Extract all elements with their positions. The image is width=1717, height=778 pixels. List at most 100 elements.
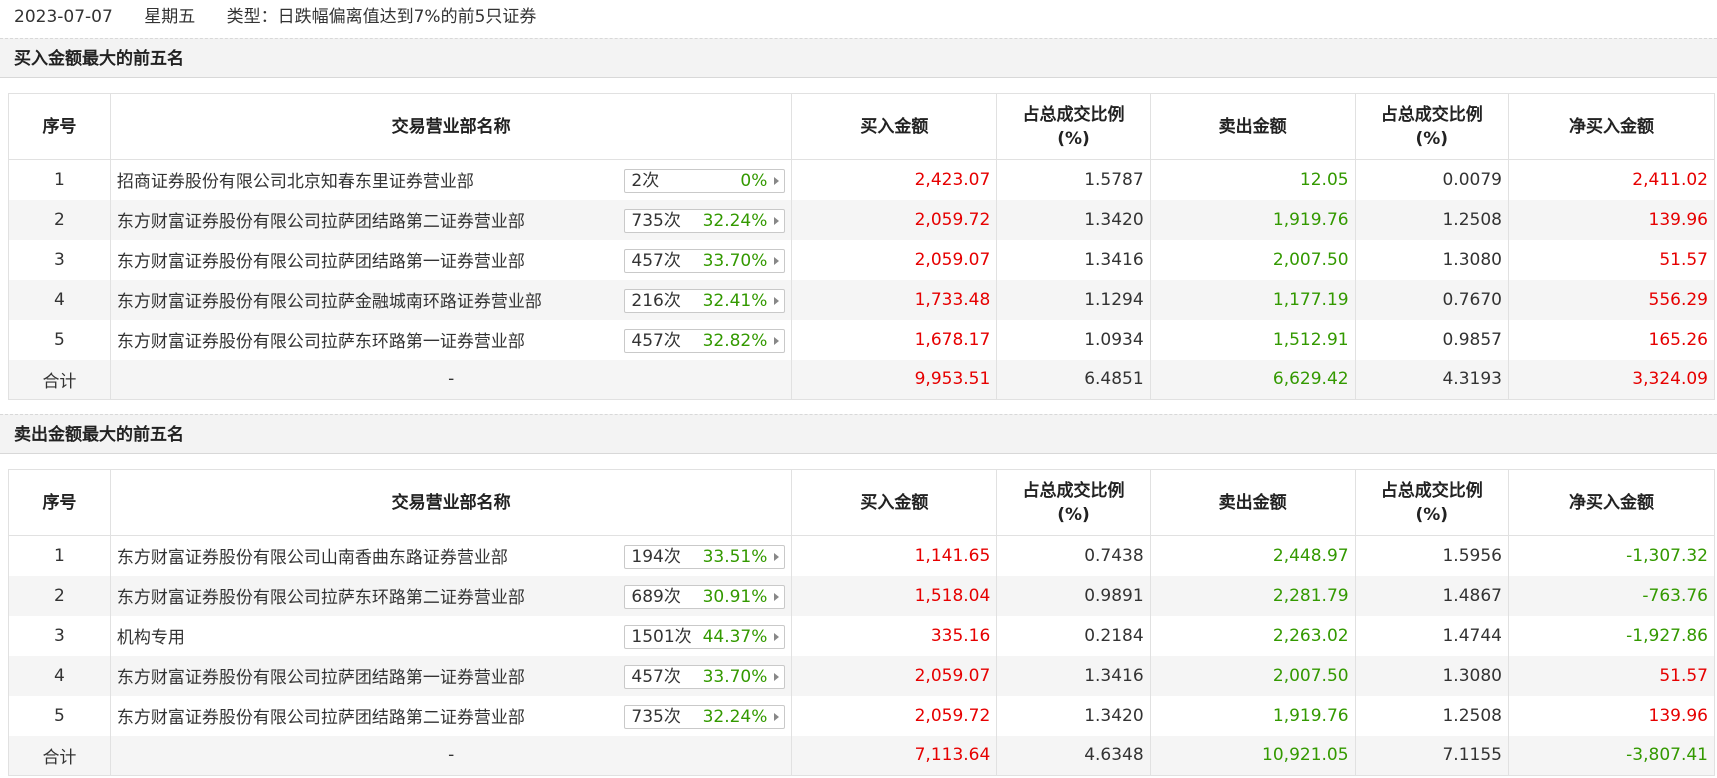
sell-amount: 1,919.76: [1149, 199, 1356, 240]
broker-cell: 东方财富证券股份有限公司拉萨金融城南环路证券营业部 216次 32.41%: [109, 279, 793, 320]
broker-cell: 东方财富证券股份有限公司拉萨团结路第一证券营业部 457次 33.70%: [109, 239, 793, 280]
col-header-sell: 卖出金额: [1149, 93, 1356, 160]
expand-arrow-icon[interactable]: [774, 712, 780, 721]
win-rate: 32.24%: [702, 706, 768, 727]
broker-stats-badge[interactable]: 2次 0%: [624, 169, 786, 193]
section-title-buy: 买入金额最大的前五名: [0, 38, 1717, 78]
broker-stats-badge[interactable]: 735次 32.24%: [624, 208, 786, 233]
win-rate: 30.91%: [702, 586, 768, 607]
broker-stats-badge[interactable]: 689次 30.91%: [624, 584, 786, 609]
sell-ratio: 1.4744: [1354, 615, 1509, 656]
broker-cell: 东方财富证券股份有限公司拉萨团结路第二证券营业部 735次 32.24%: [109, 199, 793, 240]
row-index: 4: [8, 655, 111, 696]
sell-amount: 1,512.91: [1149, 319, 1356, 360]
net-amount: 51.57: [1507, 239, 1716, 280]
expand-arrow-icon[interactable]: [774, 632, 780, 641]
col-header-net: 净买入金额: [1507, 93, 1716, 160]
expand-arrow-icon[interactable]: [774, 336, 780, 345]
buy-ratio: 0.2184: [996, 615, 1151, 656]
sell-ratio: 1.2508: [1354, 199, 1509, 240]
broker-cell: 机构专用 1501次 44.37%: [109, 615, 793, 656]
broker-stats-badge[interactable]: 194次 33.51%: [624, 545, 786, 569]
buy-ratio: 0.9891: [996, 575, 1151, 616]
buy-ratio: 0.7438: [996, 535, 1151, 576]
expand-arrow-icon[interactable]: [774, 216, 780, 225]
col-header-sell: 卖出金额: [1149, 469, 1356, 536]
broker-name-link[interactable]: 东方财富证券股份有限公司拉萨团结路第二证券营业部: [117, 212, 525, 232]
appearance-count: 735次: [631, 706, 681, 727]
total-sell-ratio: 7.1155: [1354, 735, 1509, 776]
sell-amount: 2,007.50: [1149, 239, 1356, 280]
row-index: 1: [8, 535, 111, 576]
table-row: 3 东方财富证券股份有限公司拉萨团结路第一证券营业部 457次 33.70% 2,059…: [8, 239, 1716, 280]
net-amount: 165.26: [1507, 319, 1716, 360]
total-buy-amount: 9,953.51: [791, 359, 998, 400]
broker-stats-badge[interactable]: 457次 33.70%: [624, 664, 786, 689]
net-amount: -1,307.32: [1507, 535, 1716, 576]
buy-amount: 335.16: [791, 615, 998, 656]
win-rate: 32.41%: [702, 290, 768, 311]
expand-arrow-icon[interactable]: [774, 592, 780, 601]
expand-arrow-icon[interactable]: [774, 672, 780, 681]
expand-arrow-icon[interactable]: [774, 296, 780, 305]
sell-ratio: 1.3080: [1354, 655, 1509, 696]
broker-name-link[interactable]: 东方财富证券股份有限公司拉萨金融城南环路证券营业部: [117, 292, 542, 312]
sell-amount: 1,919.76: [1149, 695, 1356, 736]
total-sell-amount: 10,921.05: [1149, 735, 1356, 776]
expand-arrow-icon[interactable]: [774, 553, 780, 561]
sell-ratio: 0.9857: [1354, 319, 1509, 360]
buy-amount: 1,518.04: [791, 575, 998, 616]
broker-stats-badge[interactable]: 216次 32.41%: [624, 288, 786, 313]
appearance-count: 457次: [631, 666, 681, 687]
col-header-buy: 买入金额: [791, 469, 998, 536]
broker-cell: 招商证券股份有限公司北京知春东里证券营业部 2次 0%: [109, 159, 793, 200]
total-sell-ratio: 4.3193: [1354, 359, 1509, 400]
broker-stats-badge[interactable]: 457次 32.82%: [624, 328, 786, 353]
total-name: -: [109, 359, 793, 400]
buy-ratio: 1.1294: [996, 279, 1151, 320]
broker-cell: 东方财富证券股份有限公司山南香曲东路证券营业部 194次 33.51%: [109, 535, 793, 576]
net-amount: 139.96: [1507, 199, 1716, 240]
win-rate: 33.51%: [702, 547, 768, 567]
appearance-count: 457次: [631, 330, 681, 351]
total-buy-ratio: 4.6348: [996, 735, 1151, 776]
sell-ratio: 1.5956: [1354, 535, 1509, 576]
appearance-count: 194次: [631, 547, 681, 567]
broker-stats-badge[interactable]: 457次 33.70%: [624, 248, 786, 273]
expand-arrow-icon[interactable]: [774, 177, 780, 185]
row-index: 5: [8, 319, 111, 360]
appearance-count: 2次: [631, 171, 660, 191]
buy-top5-table: 序号 交易营业部名称 买入金额 占总成交比例 (%) 卖出金额 占总成交比例 (…: [8, 93, 1716, 400]
col-header-buy-ratio: 占总成交比例 (%): [996, 93, 1151, 160]
broker-name-link[interactable]: 东方财富证券股份有限公司拉萨东环路第二证券营业部: [117, 588, 525, 608]
broker-stats-badge[interactable]: 1501次 44.37%: [624, 624, 786, 649]
table-row: 4 东方财富证券股份有限公司拉萨金融城南环路证券营业部 216次 32.41% 1,73…: [8, 279, 1716, 320]
buy-amount: 1,678.17: [791, 319, 998, 360]
expand-arrow-icon[interactable]: [774, 256, 780, 265]
row-index: 4: [8, 279, 111, 320]
trade-date: 2023-07-07: [14, 7, 113, 27]
broker-name-link[interactable]: 东方财富证券股份有限公司山南香曲东路证券营业部: [117, 548, 508, 568]
appearance-count: 689次: [631, 586, 681, 607]
sell-top5-table: 序号 交易营业部名称 买入金额 占总成交比例 (%) 卖出金额 占总成交比例 (…: [8, 469, 1716, 776]
buy-ratio: 1.3416: [996, 655, 1151, 696]
total-net-amount: -3,807.41: [1507, 735, 1716, 776]
broker-stats-badge[interactable]: 735次 32.24%: [624, 704, 786, 729]
win-rate: 32.82%: [702, 330, 768, 351]
broker-name-link[interactable]: 东方财富证券股份有限公司拉萨团结路第二证券营业部: [117, 708, 525, 728]
broker-name-link[interactable]: 东方财富证券股份有限公司拉萨团结路第一证券营业部: [117, 252, 525, 272]
total-label: 合计: [8, 359, 111, 400]
buy-ratio: 1.5787: [996, 159, 1151, 200]
broker-name-link[interactable]: 招商证券股份有限公司北京知春东里证券营业部: [117, 172, 474, 192]
table-header-row: 序号 交易营业部名称 买入金额 占总成交比例 (%) 卖出金额 占总成交比例 (…: [8, 93, 1716, 160]
buy-amount: 2,059.72: [791, 199, 998, 240]
table-row: 5 东方财富证券股份有限公司拉萨东环路第一证券营业部 457次 32.82% 1,678…: [8, 319, 1716, 360]
broker-name-link[interactable]: 东方财富证券股份有限公司拉萨东环路第一证券营业部: [117, 332, 525, 352]
total-buy-ratio: 6.4851: [996, 359, 1151, 400]
broker-name-link[interactable]: 机构专用: [117, 628, 185, 648]
total-label: 合计: [8, 735, 111, 776]
section-title-sell: 卖出金额最大的前五名: [0, 414, 1717, 454]
sell-ratio: 1.3080: [1354, 239, 1509, 280]
broker-name-link[interactable]: 东方财富证券股份有限公司拉萨团结路第一证券营业部: [117, 668, 525, 688]
buy-amount: 1,733.48: [791, 279, 998, 320]
